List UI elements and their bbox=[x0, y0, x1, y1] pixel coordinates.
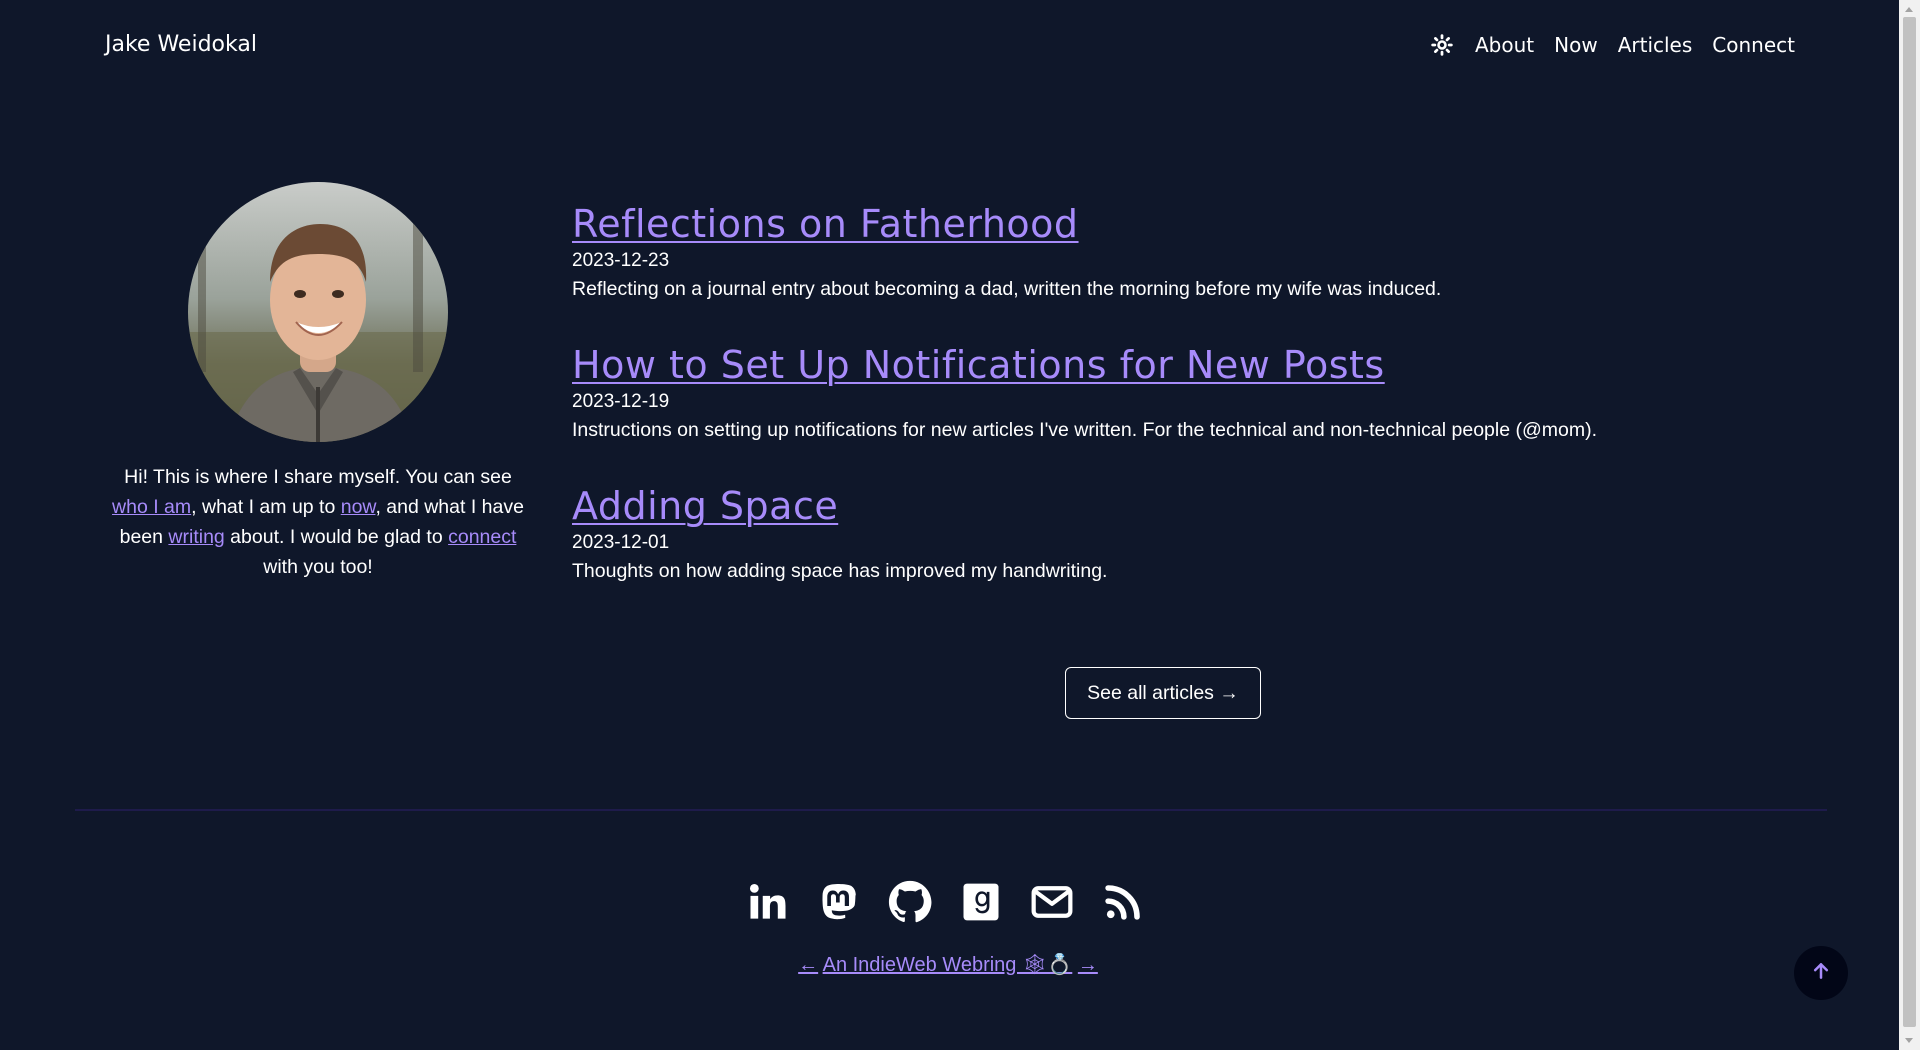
article-title[interactable]: How to Set Up Notifications for New Post… bbox=[572, 341, 1385, 389]
webring-link[interactable]: An IndieWeb Webring 🕸💍 bbox=[823, 954, 1073, 976]
scroll-to-top-button[interactable] bbox=[1794, 946, 1848, 1000]
article-title[interactable]: Reflections on Fatherhood bbox=[572, 200, 1079, 248]
article-description: Instructions on setting up notifications… bbox=[572, 419, 1598, 441]
github-icon[interactable] bbox=[888, 880, 932, 924]
article-description: Thoughts on how adding space has improve… bbox=[572, 560, 1108, 582]
rss-icon[interactable] bbox=[1101, 880, 1145, 924]
article-date: 2023-12-23 bbox=[572, 250, 670, 271]
scroll-down-arrow-icon[interactable] bbox=[1905, 1038, 1913, 1043]
bio-text: , what I am up to bbox=[191, 496, 341, 518]
goodreads-icon[interactable] bbox=[959, 880, 1003, 924]
webring: ← An IndieWeb Webring 🕸💍 → bbox=[0, 952, 1896, 977]
webring-prev-link[interactable]: ← bbox=[798, 954, 818, 976]
see-all-articles-button[interactable]: See all articles → bbox=[1065, 667, 1261, 719]
bio-text: with you too! bbox=[263, 556, 373, 578]
bio: Hi! This is where I share myself. You ca… bbox=[110, 462, 526, 582]
article-description: Reflecting on a journal entry about beco… bbox=[572, 278, 1442, 300]
link-who-i-am[interactable]: who I am bbox=[112, 496, 191, 518]
article-item: Reflections on Fatherhood 2023-12-23 Ref… bbox=[572, 200, 1772, 304]
article-date: 2023-12-01 bbox=[572, 532, 670, 553]
link-now[interactable]: now bbox=[341, 496, 376, 518]
social-links bbox=[746, 880, 1145, 924]
vertical-scrollbar[interactable] bbox=[1899, 0, 1920, 1050]
linkedin-icon[interactable] bbox=[746, 880, 790, 924]
nav-connect[interactable]: Connect bbox=[1712, 33, 1795, 57]
nav-now[interactable]: Now bbox=[1554, 33, 1598, 57]
mastodon-icon[interactable] bbox=[817, 880, 861, 924]
scroll-up-arrow-icon[interactable] bbox=[1905, 7, 1913, 12]
page: Jake Weidokal About Now Articles Connect… bbox=[0, 0, 1920, 1050]
link-writing[interactable]: writing bbox=[168, 526, 224, 548]
link-connect[interactable]: connect bbox=[448, 526, 516, 548]
main-nav: About Now Articles Connect bbox=[1429, 32, 1795, 58]
article-list: Reflections on Fatherhood 2023-12-23 Ref… bbox=[572, 200, 1772, 623]
article-item: Adding Space 2023-12-01 Thoughts on how … bbox=[572, 482, 1772, 586]
webring-next-link[interactable]: → bbox=[1078, 954, 1098, 976]
avatar bbox=[188, 182, 448, 442]
footer-divider bbox=[75, 809, 1827, 811]
email-icon[interactable] bbox=[1030, 880, 1074, 924]
bio-text: about. I would be glad to bbox=[224, 526, 449, 548]
article-title[interactable]: Adding Space bbox=[572, 482, 838, 530]
nav-about[interactable]: About bbox=[1475, 33, 1534, 57]
arrow-up-icon bbox=[1811, 961, 1831, 986]
sun-icon[interactable] bbox=[1429, 32, 1455, 58]
article-date: 2023-12-19 bbox=[572, 391, 670, 412]
bio-text: Hi! This is where I share myself. You ca… bbox=[124, 466, 512, 488]
site-title[interactable]: Jake Weidokal bbox=[105, 32, 257, 57]
nav-articles[interactable]: Articles bbox=[1618, 33, 1693, 57]
article-item: How to Set Up Notifications for New Post… bbox=[572, 341, 1772, 445]
scrollbar-thumb[interactable] bbox=[1903, 17, 1916, 1027]
